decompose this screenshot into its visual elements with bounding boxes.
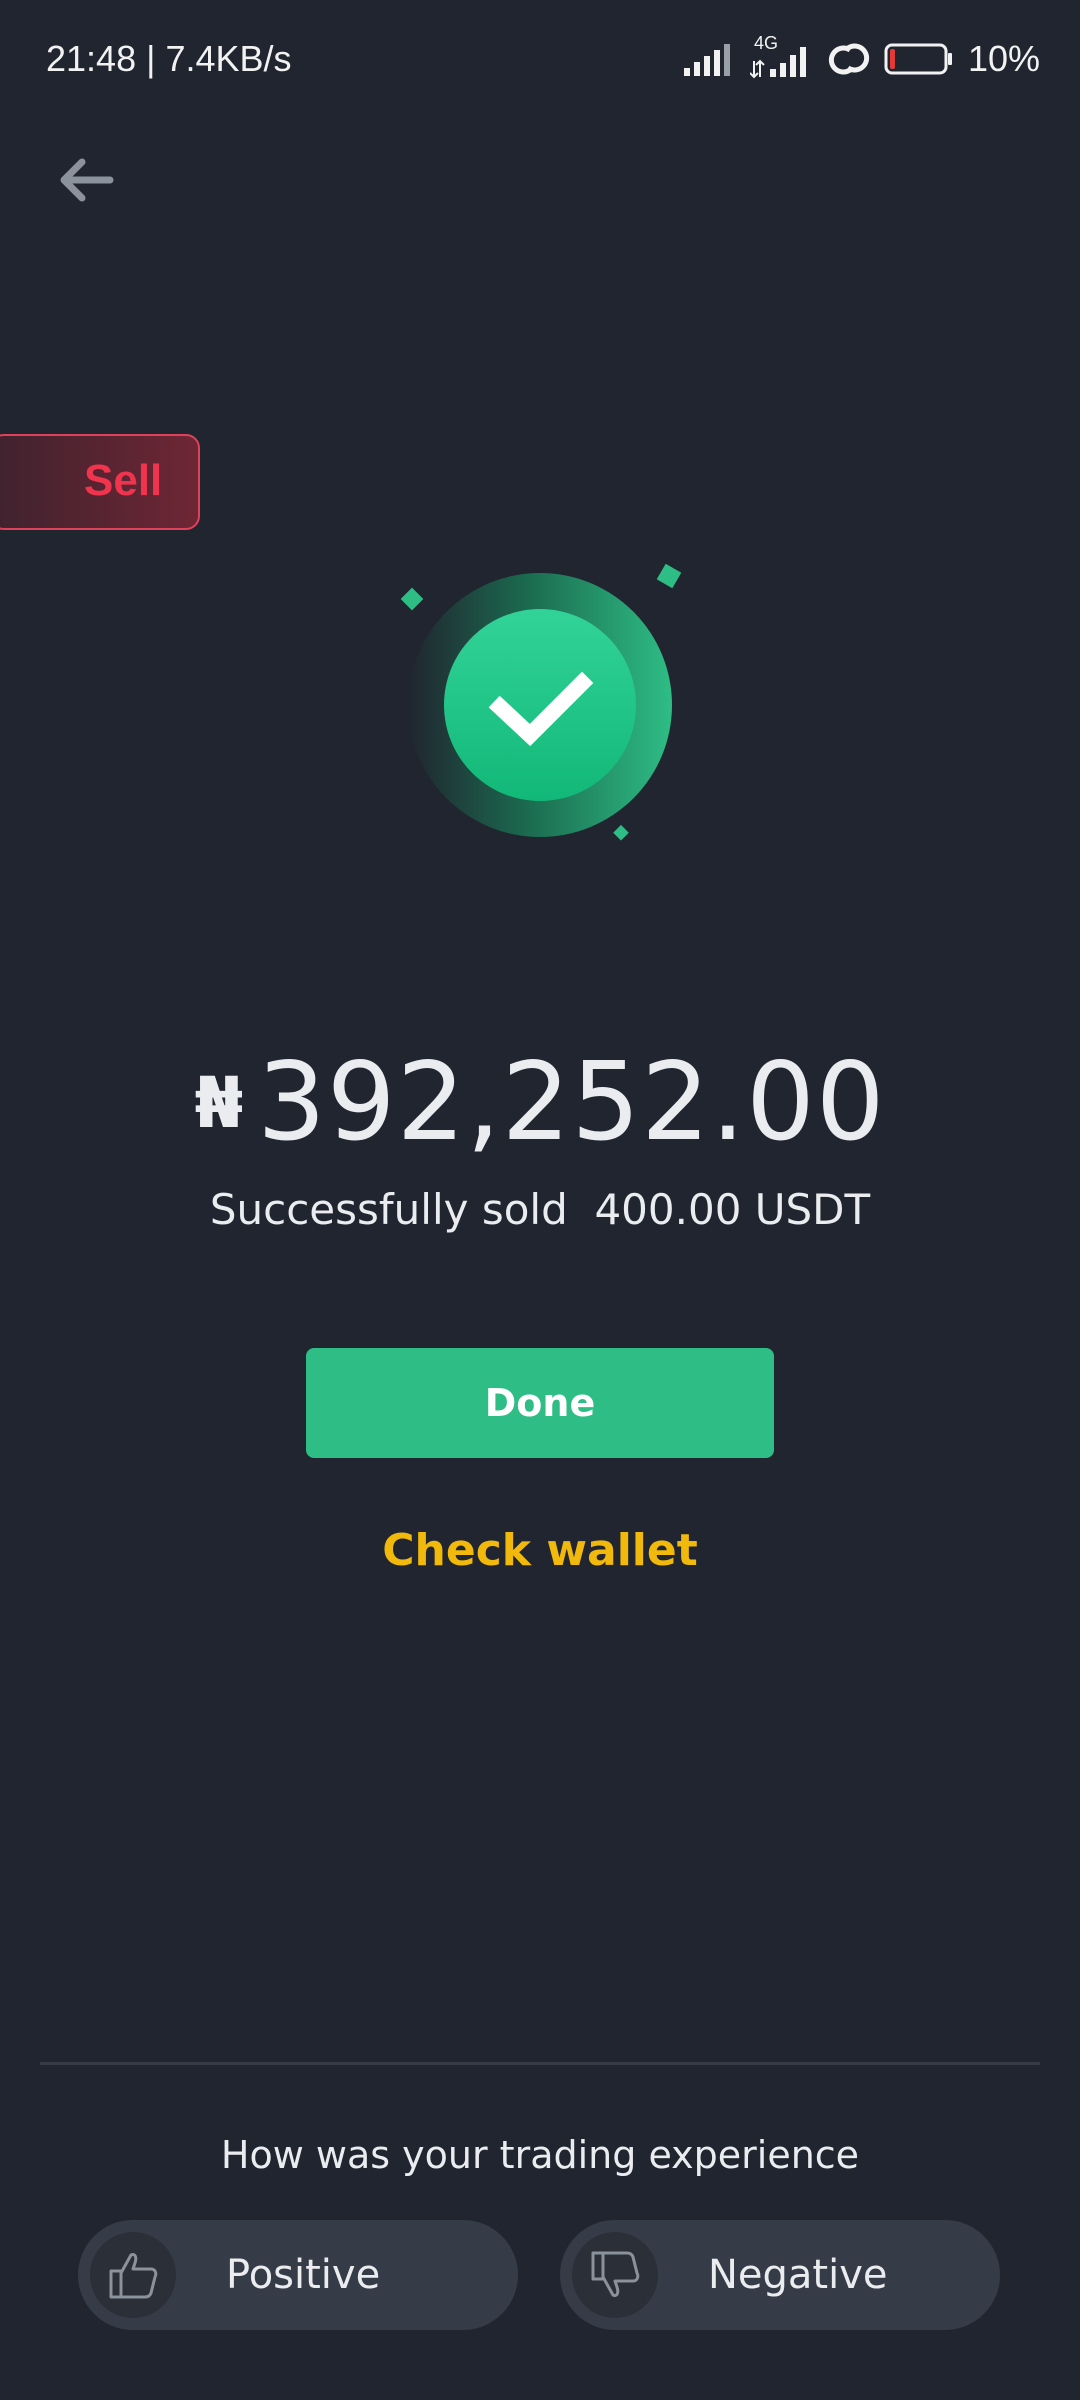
feedback-question: How was your trading experience (220, 2133, 860, 2177)
success-message: Successfully sold 400.00 USDT (209, 1185, 871, 1234)
sell-tag-label: Sell (84, 456, 163, 505)
thumbs-up-icon-wrap (90, 2232, 176, 2318)
sell-tag: Sell (0, 434, 200, 530)
status-time-speed: 21:48 | 7.4KB/s (46, 38, 292, 79)
status-bar: 21:48 | 7.4KB/s 4G 10% (0, 0, 1080, 120)
success-illustration (390, 555, 690, 855)
signal-icon (683, 44, 730, 76)
done-button[interactable]: Done (306, 1348, 774, 1458)
check-wallet-link[interactable]: Check wallet (0, 1525, 1080, 1576)
link-icon (828, 43, 870, 75)
currency-symbol: ₦ (194, 1062, 244, 1144)
positive-label: Positive (226, 2252, 381, 2298)
back-button[interactable] (52, 148, 124, 212)
negative-feedback-button[interactable]: Negative (560, 2220, 1000, 2330)
thumbs-up-icon (109, 2253, 158, 2299)
sold-amount: ₦ 392,252.00 (0, 1040, 1080, 1165)
thumbs-down-icon-wrap (572, 2232, 658, 2318)
amount-value: 392,252.00 (257, 1040, 886, 1165)
battery-icon (884, 43, 952, 75)
positive-feedback-button[interactable]: Positive (78, 2220, 518, 2330)
network-signal-icon: 4G (749, 33, 814, 79)
thumbs-down-icon (591, 2251, 640, 2297)
divider (40, 2062, 1040, 2065)
negative-label: Negative (708, 2252, 888, 2298)
back-arrow-icon (60, 158, 114, 202)
status-icons: 4G 10% (683, 33, 1040, 80)
battery-percent: 10% (967, 38, 1040, 79)
